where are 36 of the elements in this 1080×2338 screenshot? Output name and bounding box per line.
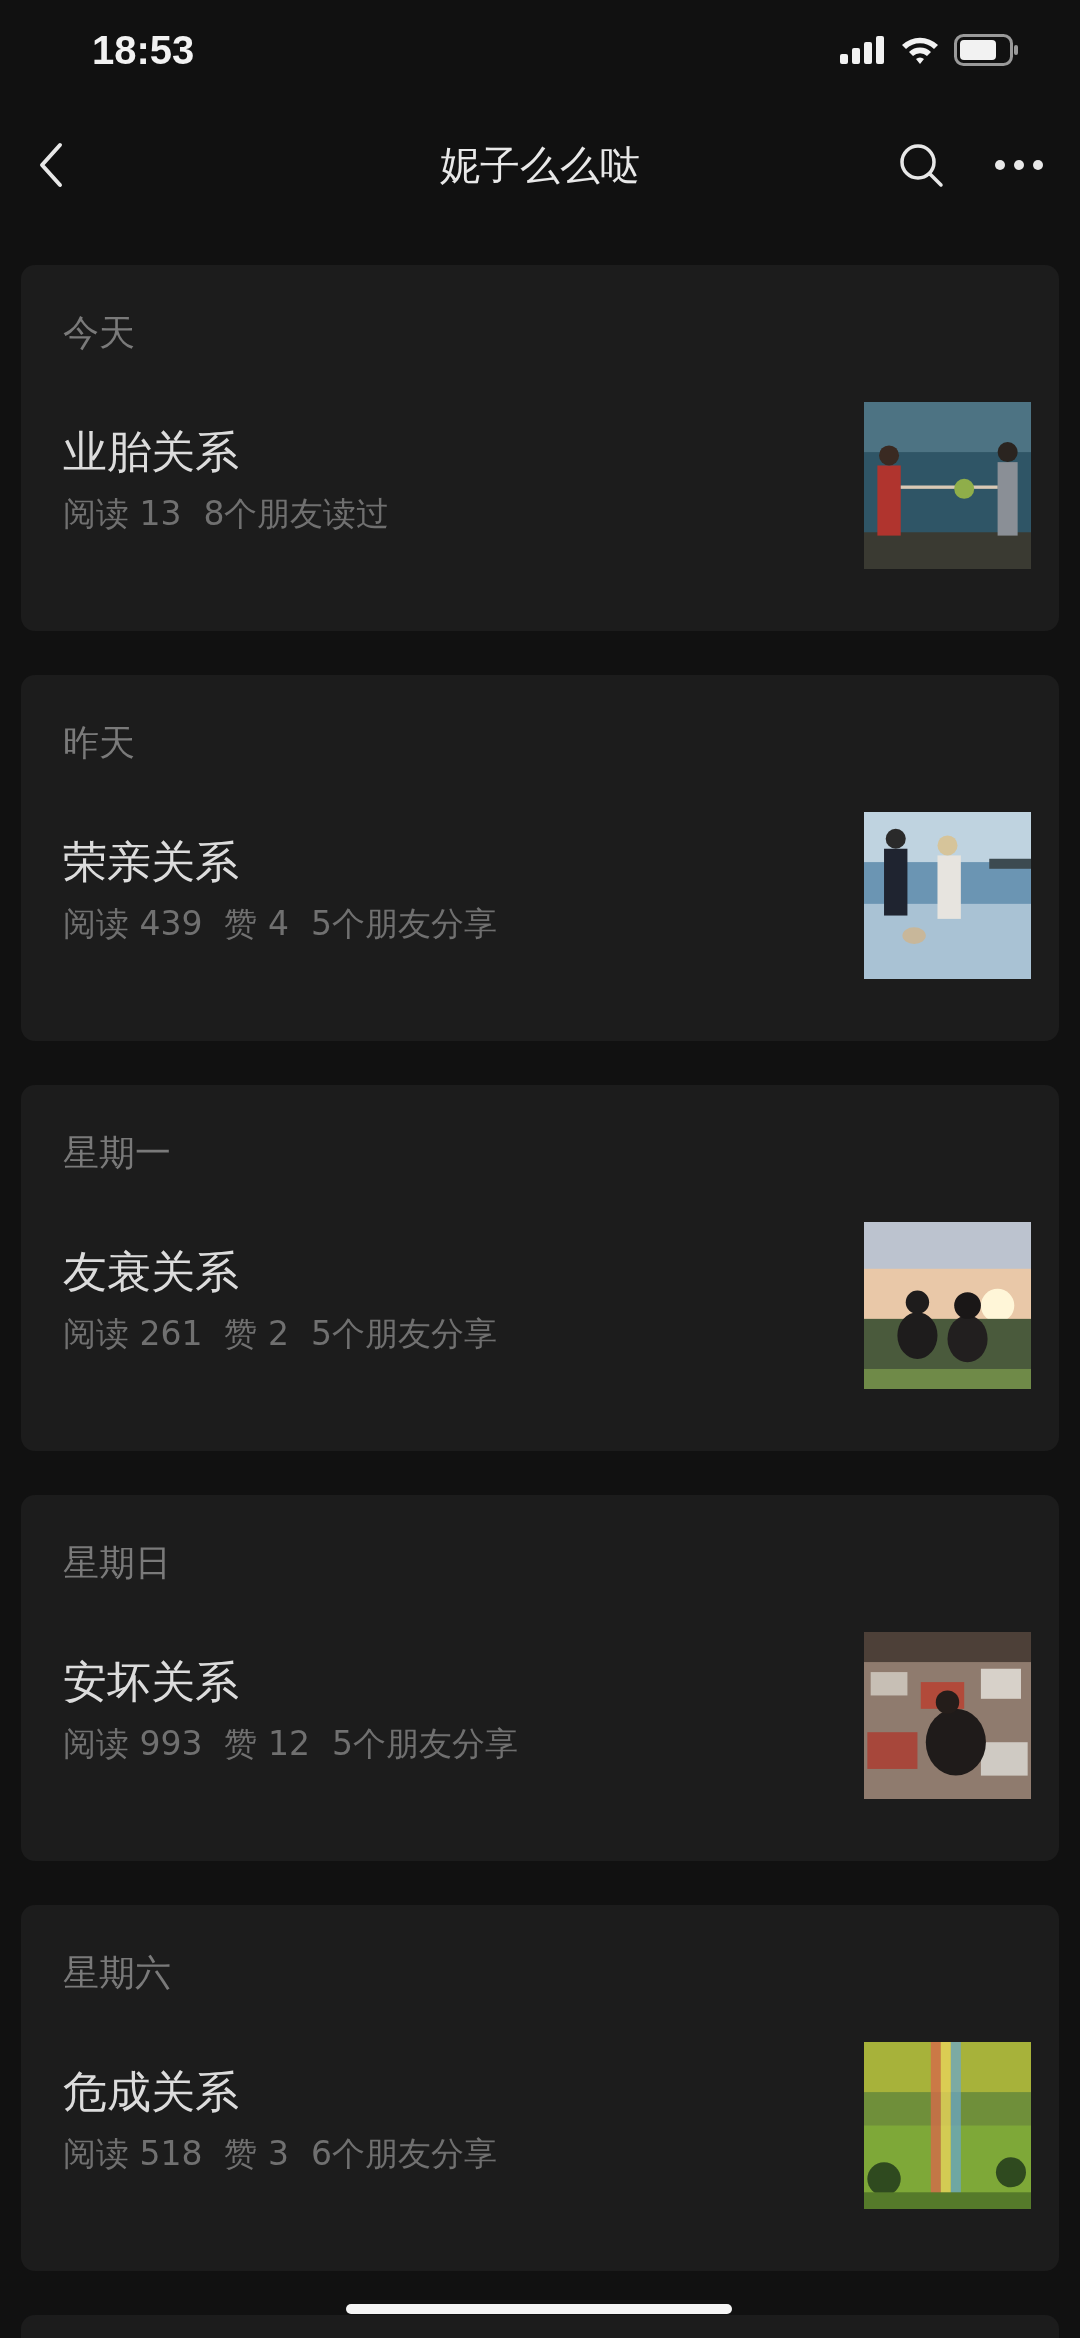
article-date: 星期一	[63, 1131, 171, 1175]
page-title: 妮子么么哒	[440, 140, 640, 190]
article-stat: 5个朋友分享	[311, 1313, 497, 1355]
wifi-icon	[900, 35, 940, 65]
article-stat: 赞 3	[224, 2133, 289, 2175]
signal-icon	[840, 36, 886, 64]
article-card[interactable]: 星期一 友衰关系 阅读 261 赞 2 5个朋友分享	[21, 1085, 1059, 1451]
article-card[interactable]: 星期日 安坏关系 阅读 993 赞 12 5个朋友分享	[21, 1495, 1059, 1861]
article-stat: 赞 12	[224, 1723, 310, 1765]
article-title: 荣亲关系	[63, 835, 239, 889]
article-date: 昨天	[63, 721, 135, 765]
article-stat: 赞 2	[224, 1313, 289, 1355]
article-stat: 阅读 261	[63, 1313, 203, 1355]
article-title: 友衰关系	[63, 1245, 239, 1299]
article-card[interactable]: 今天 业胎关系 阅读 13 8个朋友读过	[21, 265, 1059, 631]
article-card[interactable]: 昨天 荣亲关系 阅读 439 赞 4 5个朋友分享	[21, 675, 1059, 1041]
battery-icon	[954, 34, 1020, 66]
article-date: 今天	[63, 311, 135, 355]
article-card[interactable]: 星期六 危成关系 阅读 518 赞 3 6个朋友分享	[21, 1905, 1059, 2271]
article-stat: 阅读 518	[63, 2133, 203, 2175]
article-stat: 8个朋友读过	[203, 493, 390, 535]
article-stat: 阅读 993	[63, 1723, 203, 1765]
article-stat: 6个朋友分享	[311, 2133, 497, 2175]
article-stat: 阅读 13	[63, 493, 182, 535]
search-icon[interactable]	[898, 142, 944, 188]
article-stat: 5个朋友分享	[331, 1723, 518, 1765]
article-date: 星期六	[63, 1951, 171, 1995]
article-stat: 5个朋友分享	[311, 903, 497, 945]
more-icon[interactable]	[994, 159, 1044, 171]
article-date: 星期日	[63, 1541, 171, 1585]
status-time: 18:53	[92, 27, 195, 73]
article-title: 安坏关系	[63, 1655, 239, 1709]
article-title: 业胎关系	[63, 425, 239, 479]
article-stat: 赞 4	[224, 903, 289, 945]
article-stat: 阅读 439	[63, 903, 203, 945]
article-title: 危成关系	[63, 2065, 239, 2119]
